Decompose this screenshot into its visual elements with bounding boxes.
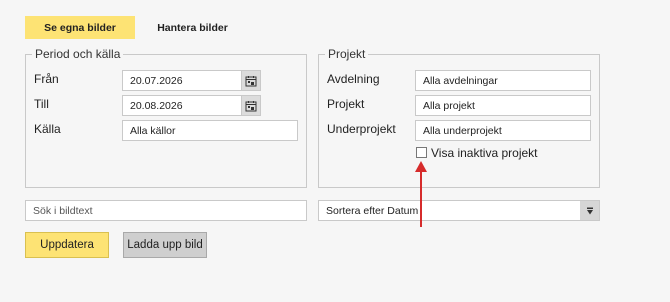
tab-own-images[interactable]: Se egna bilder [25, 16, 135, 39]
sort-select[interactable]: Sortera efter Datum [318, 200, 600, 221]
to-calendar-button[interactable] [241, 95, 261, 116]
to-label: Till [34, 97, 49, 111]
annotation-arrow [415, 161, 427, 227]
project-label: Projekt [327, 97, 365, 111]
department-select[interactable]: Alla avdelningar [415, 70, 591, 91]
from-label: Från [34, 72, 59, 86]
calendar-icon [245, 100, 257, 111]
sort-dropdown-button[interactable] [580, 201, 599, 220]
period-source-legend: Period och källa [32, 47, 124, 61]
tab-manage-images[interactable]: Hantera bilder [145, 16, 240, 39]
source-label: Källa [34, 122, 61, 136]
to-date-input[interactable]: 20.08.2026 [122, 95, 242, 116]
chevron-down-icon [586, 207, 593, 214]
subproject-label: Underprojekt [327, 122, 396, 136]
upload-image-button[interactable]: Ladda upp bild [123, 232, 207, 258]
search-input[interactable]: Sök i bildtext [25, 200, 307, 221]
update-button[interactable]: Uppdatera [25, 232, 109, 258]
show-inactive-checkbox[interactable] [416, 147, 427, 158]
from-date-input[interactable]: 20.07.2026 [122, 70, 242, 91]
subproject-select[interactable]: Alla underprojekt [415, 120, 591, 141]
show-inactive-label[interactable]: Visa inaktiva projekt [431, 146, 538, 160]
project-select[interactable]: Alla projekt [415, 95, 591, 116]
calendar-icon [245, 75, 257, 86]
from-calendar-button[interactable] [241, 70, 261, 91]
project-legend: Projekt [325, 47, 369, 61]
department-label: Avdelning [327, 72, 380, 86]
source-select[interactable]: Alla källor [122, 120, 298, 141]
